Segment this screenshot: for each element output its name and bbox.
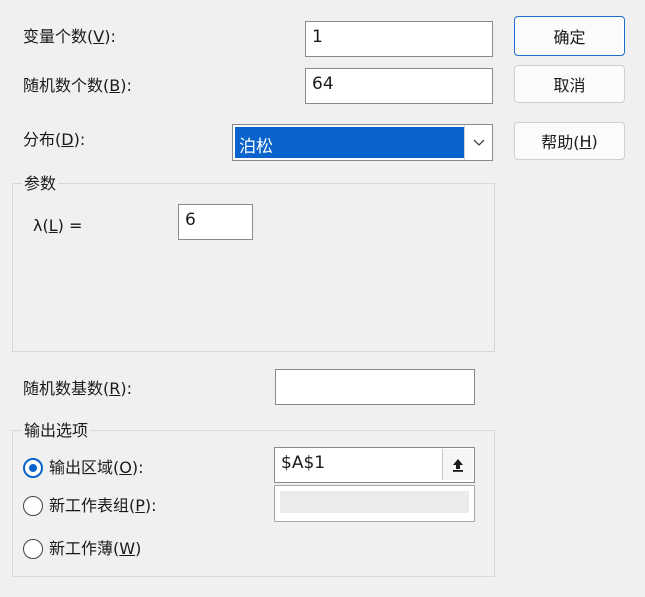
new-worksheet-ply-radio[interactable] — [23, 496, 43, 516]
help-button[interactable]: 帮助(H) — [514, 122, 625, 160]
output-range-label[interactable]: 输出区域(O): — [49, 458, 143, 478]
chevron-down-icon[interactable] — [464, 125, 492, 160]
output-options-title: 输出选项 — [22, 421, 91, 441]
output-range-radio[interactable] — [23, 458, 43, 478]
num-variables-label: 变量个数(V): — [23, 27, 116, 46]
new-worksheet-ply-label[interactable]: 新工作表组(P): — [49, 496, 157, 516]
distribution-label: 分布(D): — [23, 130, 86, 149]
distribution-select[interactable]: 泊松 — [232, 124, 493, 161]
new-worksheet-ply-input-fill — [280, 491, 469, 513]
num-random-label: 随机数个数(B): — [23, 76, 132, 95]
lambda-input[interactable]: 6 — [178, 204, 253, 240]
random-seed-input[interactable] — [275, 369, 475, 405]
num-variables-input[interactable]: 1 — [305, 21, 493, 57]
random-seed-label: 随机数基数(R): — [23, 379, 133, 398]
lambda-label: λ(L) = — [33, 216, 83, 235]
parameters-group — [12, 183, 495, 352]
new-worksheet-ply-input — [274, 485, 475, 522]
new-workbook-radio[interactable] — [23, 539, 43, 559]
distribution-selected-value: 泊松 — [235, 127, 465, 158]
new-workbook-label[interactable]: 新工作薄(W) — [49, 539, 141, 559]
num-random-input[interactable]: 64 — [305, 68, 493, 104]
cancel-button[interactable]: 取消 — [514, 65, 625, 103]
collapse-dialog-icon[interactable] — [442, 449, 473, 480]
output-range-input[interactable]: $A$1 — [274, 447, 475, 483]
parameters-group-title: 参数 — [22, 174, 59, 194]
ok-button[interactable]: 确定 — [514, 16, 625, 56]
